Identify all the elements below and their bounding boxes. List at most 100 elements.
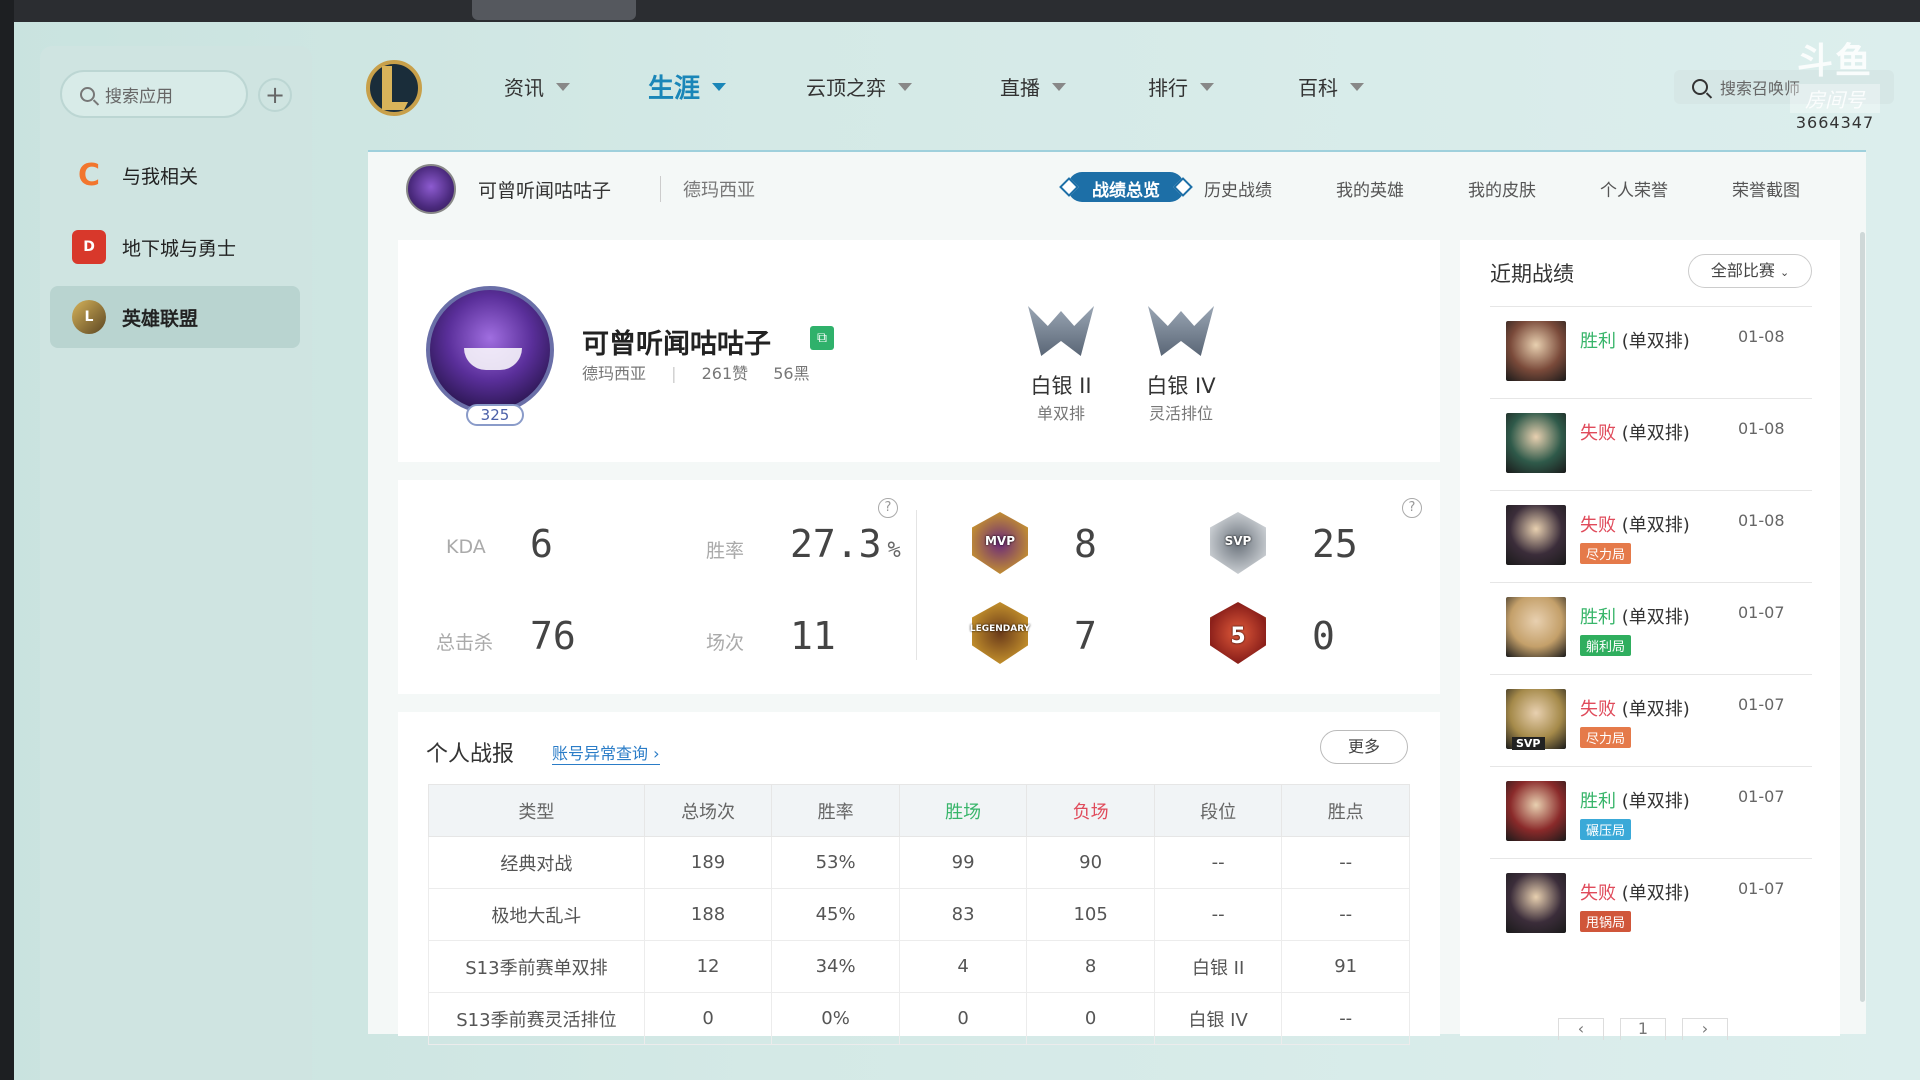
profile-avatar[interactable] <box>426 286 554 414</box>
table-cell: -- <box>1153 888 1283 941</box>
sidebar-item-label: 英雄联盟 <box>122 307 199 330</box>
table-cell: S13季前赛灵活排位 <box>428 992 645 1045</box>
add-app-button[interactable]: + <box>258 78 292 112</box>
rank-flex[interactable]: 白银 IV 灵活排位 <box>1126 300 1236 424</box>
table-cell: 8 <box>1026 940 1155 993</box>
col-wins: 胜场 <box>898 784 1028 837</box>
browser-tab[interactable] <box>472 0 636 20</box>
table-cell: 极地大乱斗 <box>428 888 645 941</box>
lol-app-logo[interactable] <box>364 56 424 120</box>
list-item[interactable]: 胜利 (单双排) 01-07 碾压局 <box>1490 766 1812 858</box>
profile-likes: 261赞 <box>701 364 749 383</box>
winrate-unit: % <box>887 538 901 563</box>
nav-live[interactable]: 直播 <box>1000 72 1066 101</box>
nav-tft[interactable]: 云顶之弈 <box>806 72 912 101</box>
table-cell: 34% <box>771 940 900 993</box>
nav-ranking[interactable]: 排行 <box>1148 72 1214 101</box>
svp-count: 25 <box>1312 522 1358 566</box>
champion-portrait <box>1506 873 1566 933</box>
winrate-value: 27.3% <box>790 522 901 566</box>
match-tag: 碾压局 <box>1580 819 1632 840</box>
table-cell: 105 <box>1026 888 1155 941</box>
tab-history[interactable]: 历史战绩 <box>1204 176 1272 201</box>
match-filter-select[interactable]: 全部比赛 ⌄ <box>1688 254 1812 288</box>
personal-report-card: 个人战报 账号异常查询 › 更多 类型 总场次 胜率 胜场 负场 段位 胜点 经… <box>398 712 1440 1045</box>
legendary-badge-icon: LEGENDARY <box>958 594 1042 674</box>
list-item[interactable]: 失败 (单双排) 01-07 甩锅局 <box>1490 858 1812 950</box>
champion-portrait <box>1506 781 1566 841</box>
col-winrate: 胜率 <box>771 784 900 837</box>
list-item[interactable]: 失败 (单双排) 01-08 <box>1490 398 1812 490</box>
col-total: 总场次 <box>643 784 773 837</box>
silver-rank-emblem-icon <box>1138 300 1224 362</box>
search-icon <box>1692 79 1708 95</box>
result-text: 胜利 <box>1580 791 1616 812</box>
help-icon[interactable]: ? <box>878 498 898 518</box>
match-date: 01-08 <box>1738 419 1785 438</box>
tab-my-champions[interactable]: 我的英雄 <box>1336 176 1404 201</box>
sidebar-item-related[interactable]: C 与我相关 <box>50 144 300 206</box>
scrollbar[interactable] <box>1860 232 1865 1002</box>
rank-queue: 单双排 <box>1036 404 1085 423</box>
account-anomaly-link[interactable]: 账号异常查询 › <box>552 740 660 765</box>
list-item[interactable]: 失败 (单双排) 01-08 尽力局 <box>1490 490 1812 582</box>
match-result: 胜利 (单双排) <box>1580 603 1690 629</box>
tab-honor-screenshots[interactable]: 荣誉截图 <box>1732 176 1800 201</box>
chevron-down-icon <box>1350 82 1364 91</box>
badge-name: SVP <box>1224 534 1252 548</box>
rank-solo[interactable]: 白银 II 单双排 <box>1006 300 1116 424</box>
tab-my-skins[interactable]: 我的皮肤 <box>1468 176 1536 201</box>
kills-value: 76 <box>530 614 576 658</box>
result-text: 胜利 <box>1580 607 1616 628</box>
sidebar-item-dnf[interactable]: D 地下城与勇士 <box>50 216 300 278</box>
nav-wiki[interactable]: 百科 <box>1298 72 1364 101</box>
list-item[interactable]: 失败 (单双排) 01-07 尽力局 SVP <box>1490 674 1812 766</box>
next-page-button[interactable]: › <box>1682 1018 1728 1040</box>
chevron-down-icon <box>556 82 570 91</box>
match-mode: (单双排) <box>1621 699 1690 720</box>
prev-page-button[interactable]: ‹ <box>1558 1018 1604 1040</box>
list-item[interactable]: 胜利 (单双排) 01-08 <box>1490 306 1812 398</box>
recent-matches-card: 近期战绩 全部比赛 ⌄ 胜利 (单双排) 01-08 失败 (单双排) 01-08 失败… <box>1460 240 1840 1040</box>
match-mode: (单双排) <box>1621 607 1690 628</box>
table-cell: 白银 IV <box>1153 992 1283 1045</box>
table-cell: 0% <box>771 992 900 1045</box>
list-item[interactable]: 胜利 (单双排) 01-07 躺利局 <box>1490 582 1812 674</box>
level-badge: 325 <box>466 404 524 426</box>
rank-tier: 白银 II <box>1030 374 1092 398</box>
match-date: 01-08 <box>1738 511 1785 530</box>
report-table: 类型 总场次 胜率 胜场 负场 段位 胜点 经典对战 189 53% 99 90 -- --… <box>428 784 1410 1045</box>
nav-career[interactable]: 生涯 <box>648 68 727 105</box>
match-mode: (单双排) <box>1621 423 1690 444</box>
match-mode: (单双排) <box>1621 515 1690 536</box>
tab-overview[interactable]: 战绩总览 <box>1068 172 1184 202</box>
match-tag: 尽力局 <box>1580 543 1632 564</box>
col-lp: 胜点 <box>1281 784 1410 837</box>
penta-kill-badge-icon: 5 <box>1196 594 1280 674</box>
table-cell: -- <box>1281 836 1410 889</box>
table-cell: 188 <box>643 888 773 941</box>
copy-icon[interactable]: ⧉ <box>810 326 834 350</box>
chevron-down-icon <box>898 82 912 91</box>
more-button[interactable]: 更多 <box>1320 730 1408 764</box>
table-cell: S13季前赛单双排 <box>428 940 645 993</box>
app-sidebar: 搜索应用 + C 与我相关 D 地下城与勇士 L 英雄联盟 <box>40 46 312 1080</box>
career-content: 可曾听闻咕咕子 德玛西亚 战绩总览 历史战绩 我的英雄 我的皮肤 个人荣誉 荣誉… <box>368 150 1866 1045</box>
champion-portrait <box>1506 505 1566 565</box>
winrate-label: 胜率 <box>706 540 745 562</box>
result-text: 失败 <box>1580 883 1616 904</box>
nav-news[interactable]: 资讯 <box>504 72 570 101</box>
sidebar-item-lol[interactable]: L 英雄联盟 <box>50 286 300 348</box>
silver-rank-emblem-icon <box>1018 300 1104 362</box>
match-result: 胜利 (单双排) <box>1580 327 1690 353</box>
table-cell: 4 <box>898 940 1028 993</box>
help-icon[interactable]: ? <box>1402 498 1422 518</box>
champion-portrait <box>1506 597 1566 657</box>
nav-label: 排行 <box>1148 76 1188 100</box>
watermark-brand: 斗鱼 <box>1796 41 1873 82</box>
tab-honors[interactable]: 个人荣誉 <box>1600 176 1668 201</box>
page-number[interactable]: 1 <box>1620 1018 1666 1040</box>
app-search-input[interactable]: 搜索应用 <box>60 70 248 118</box>
profile-meta: 德玛西亚 | 261赞 56黑 <box>582 364 810 383</box>
avatar[interactable] <box>406 164 456 214</box>
